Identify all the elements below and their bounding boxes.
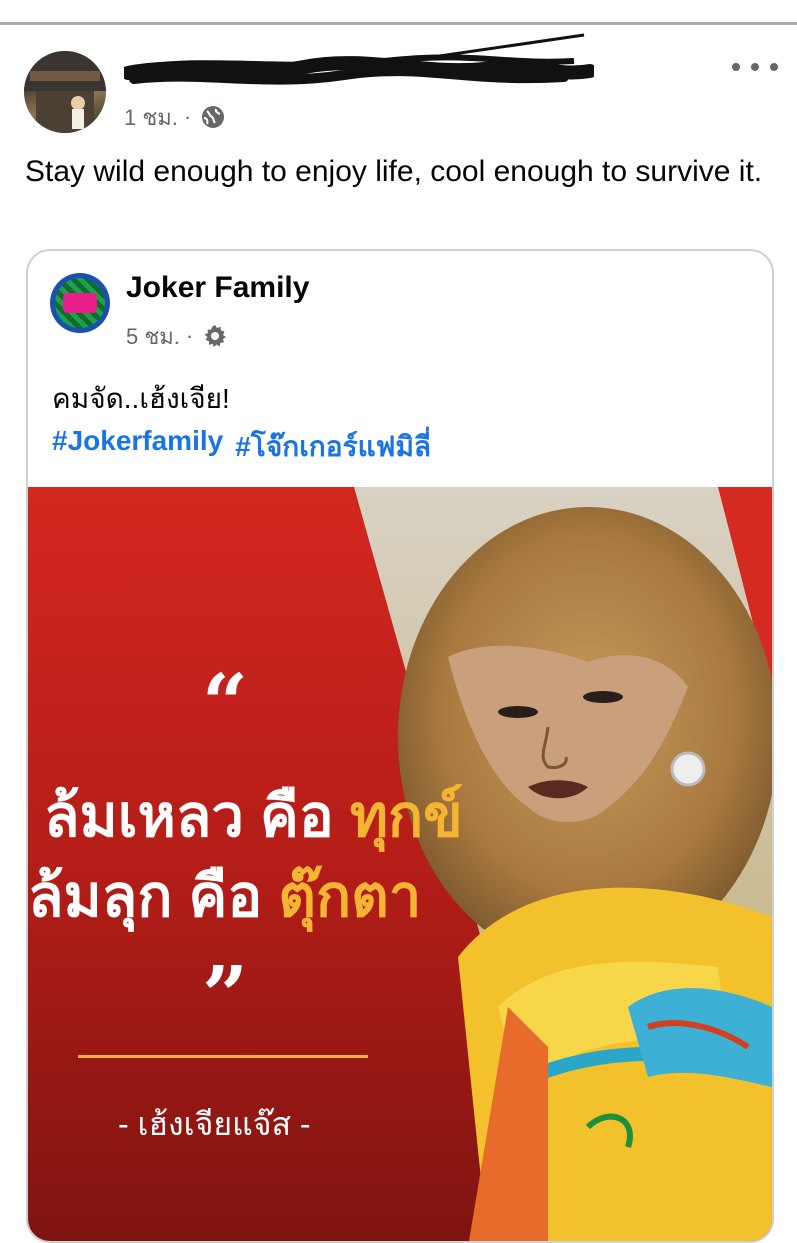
shared-post-time[interactable]: 5 ชม.	[126, 319, 180, 354]
quote-line-2-highlight: ตุ๊กตา	[278, 864, 422, 929]
more-options-icon-dot	[751, 63, 759, 71]
page-name[interactable]: Joker Family	[126, 271, 309, 305]
top-divider	[0, 0, 797, 25]
shared-post-meta: 5 ชม. ·	[126, 321, 227, 351]
more-options-button[interactable]	[732, 55, 778, 79]
hashtag-link[interactable]: #Jokerfamily	[52, 425, 223, 469]
feed-post: 1 ชม. · Stay wild enough to enjoy life, …	[0, 25, 797, 1243]
quote-line-2: ล้มลุก คือ ตุ๊กตา	[28, 849, 421, 942]
meta-separator: ·	[183, 104, 192, 129]
shared-post-image[interactable]: “ ล้มเหลว คือ ทุกข์ ล้มลุก คือ ตุ๊กตา ” …	[28, 487, 772, 1241]
post-text: Stay wild enough to enjoy life, cool eno…	[25, 155, 763, 188]
page-logo-badge	[63, 293, 97, 313]
post-meta: 1 ชม. ·	[124, 101, 225, 133]
meta-separator: ·	[185, 323, 194, 348]
shared-post-text: คมจัด..เฮ้งเจีย!	[52, 383, 230, 414]
quote-close-mark: ”	[202, 948, 249, 1042]
page-logo	[55, 278, 105, 328]
quote-open-mark: “	[202, 656, 249, 750]
gear-icon[interactable]	[203, 324, 227, 348]
shared-post-card[interactable]: Joker Family 5 ชม. · คมจัด..เฮ้งเจีย! #J…	[26, 249, 774, 1243]
hashtag-link[interactable]: #โจ๊กเกอร์แฟมิลี่	[235, 425, 431, 469]
page-avatar[interactable]	[50, 273, 110, 333]
quote-attribution: - เฮ้งเจียแจ๊ส -	[118, 1106, 311, 1142]
globe-icon[interactable]	[201, 105, 225, 129]
redacted-name-scribble	[124, 33, 594, 85]
quote-line-1-text: ล้มเหลว คือ	[44, 784, 350, 849]
post-time[interactable]: 1 ชม.	[124, 100, 178, 135]
profile-avatar[interactable]	[24, 51, 106, 133]
quote-line-1-highlight: ทุกข์	[349, 784, 463, 849]
hashtag-list: #Jokerfamily #โจ๊กเกอร์แฟมิลี่	[52, 425, 431, 469]
more-options-icon-dot	[770, 63, 778, 71]
quote-divider	[78, 1055, 368, 1058]
quote-line-2-text: ล้มลุก คือ	[28, 864, 279, 929]
more-options-icon	[732, 63, 740, 71]
